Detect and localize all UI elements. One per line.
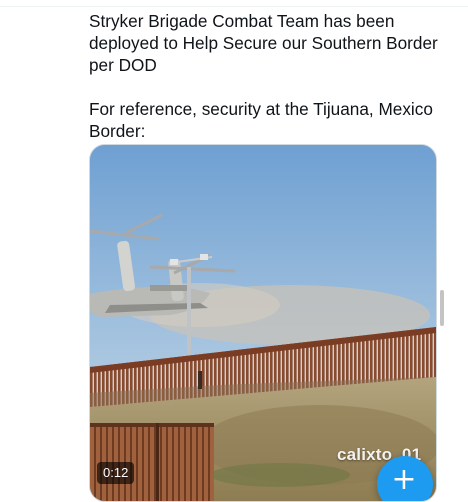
brush-2 bbox=[210, 463, 350, 487]
tweet-video[interactable]: calixto_01 0:12 + bbox=[89, 144, 437, 502]
tweet-text-line-2: For reference, security at the Tijuana, … bbox=[89, 99, 433, 141]
compose-button[interactable]: + bbox=[377, 456, 433, 501]
old-fence-top bbox=[90, 423, 214, 427]
person-silhouette bbox=[198, 371, 202, 389]
plus-icon: + bbox=[391, 462, 417, 497]
tweet-text-line-1: Stryker Brigade Combat Team has been dep… bbox=[89, 11, 438, 75]
old-fence-divider bbox=[156, 423, 159, 501]
scrollbar-thumb[interactable] bbox=[440, 290, 444, 326]
tweet-text: Stryker Brigade Combat Team has been dep… bbox=[89, 10, 439, 142]
timeline-divider bbox=[0, 6, 468, 7]
video-duration-badge: 0:12 bbox=[97, 462, 135, 484]
